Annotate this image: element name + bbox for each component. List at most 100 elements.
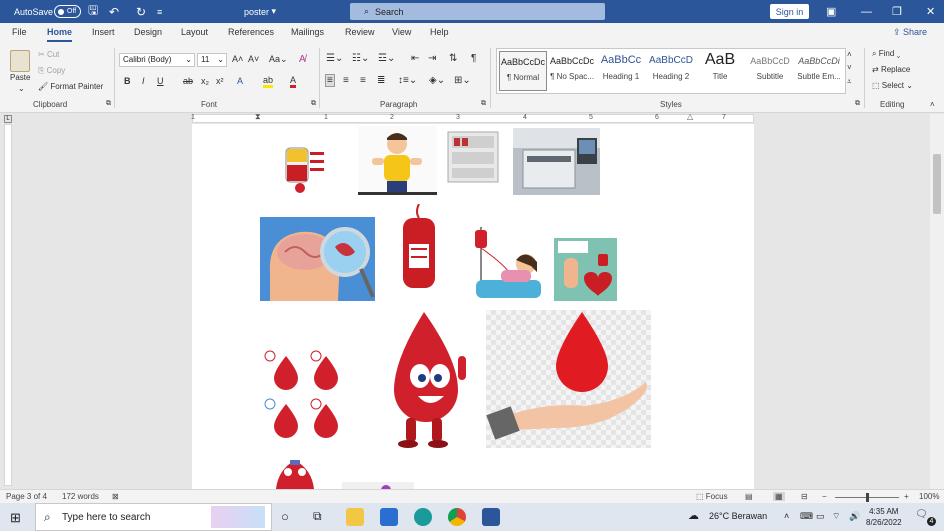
vertical-scrollbar[interactable] [930,114,944,489]
strikethrough-icon[interactable]: ab [183,76,193,86]
italic-icon[interactable]: I [142,76,145,86]
wifi-icon[interactable]: ⌔ [832,511,840,522]
customize-toolbar-icon[interactable]: ≡ [157,0,162,23]
tab-mailings[interactable]: Mailings [291,27,324,37]
clear-formatting-icon[interactable]: A̸ [299,54,306,65]
tab-view[interactable]: View [392,27,411,37]
undo-icon[interactable]: ↶ [109,0,119,23]
align-right-icon[interactable]: ≡ [360,75,366,86]
cortana-icon[interactable]: ○ [281,509,289,524]
decrease-indent-icon[interactable]: ⇤ [411,53,419,64]
paragraph-launcher-icon[interactable]: ⧉ [481,100,486,108]
grow-font-icon[interactable]: A˄ [232,54,243,64]
styles-scroll-up-icon[interactable]: ˄ [847,50,852,59]
blood-refrigerator-image[interactable] [440,126,508,189]
tab-design[interactable]: Design [134,27,162,37]
minimize-icon[interactable]: — [861,0,872,23]
show-marks-icon[interactable]: ¶ [471,53,476,64]
font-color-icon[interactable]: A [290,76,297,88]
style-subtitle[interactable]: AaBbCcD Subtitle [746,51,794,91]
focus-button[interactable]: ⬚ Focus [696,492,728,501]
patient-transfusion-image[interactable] [471,222,546,301]
web-layout-icon[interactable]: ⊟ [801,492,808,501]
brain-clot-image[interactable] [260,217,375,301]
restore-icon[interactable]: ❐ [892,0,902,23]
bold-icon[interactable]: B [124,76,131,86]
zoom-slider-thumb[interactable] [866,493,869,502]
highlight-icon[interactable]: ab [263,76,274,88]
left-indent-marker[interactable]: ⧗ [255,112,261,122]
collapse-ribbon-icon[interactable]: ˄ [930,100,935,109]
tab-help[interactable]: Help [430,27,449,37]
shrink-font-icon[interactable]: A˅ [248,54,259,64]
weather-icon[interactable]: ☁ [688,509,699,522]
notifications-icon[interactable]: 🗨 [915,509,928,520]
shading-icon[interactable]: ◈⌄ [429,75,445,86]
paste-button[interactable]: Paste [10,73,30,82]
page-count[interactable]: Page 3 of 4 [6,492,47,501]
word-count[interactable]: 172 words [62,492,99,501]
styles-launcher-icon[interactable]: ⧉ [855,100,860,108]
subscript-icon[interactable]: x₂ [201,76,209,86]
vertical-ruler[interactable] [4,124,12,486]
volume-icon[interactable]: 🔊 [849,511,860,522]
tab-selector-icon[interactable]: L [4,115,12,123]
edge-icon[interactable] [414,508,432,526]
blood-drop-character-partial-image[interactable] [268,460,322,489]
style-heading-2[interactable]: AaBbCcD Heading 2 [647,51,695,91]
weather-text[interactable]: 26°C Berawan [709,511,767,521]
blood-bag-image[interactable] [395,204,443,294]
blood-types-characters-image[interactable] [260,346,352,448]
paste-icon[interactable] [10,50,30,72]
zoom-in-icon[interactable]: + [904,492,909,501]
close-icon[interactable]: ✕ [926,0,935,23]
cut-button[interactable]: ✂ Cut [38,50,59,59]
file-explorer-icon[interactable] [346,508,364,526]
change-case-icon[interactable]: Aa⌄ [269,54,288,65]
sort-icon[interactable]: ⇅ [449,53,457,64]
document-page[interactable] [192,124,754,489]
blood-composition-image[interactable] [268,138,353,196]
cartoon-man-image[interactable] [358,126,437,195]
styles-more-icon[interactable]: ⩡ [847,77,852,87]
style-normal[interactable]: AaBbCcDc ¶ Normal [499,51,547,91]
style-no-spacing[interactable]: AaBbCcDc ¶ No Spac... [548,51,596,91]
chrome-icon[interactable] [448,508,466,526]
share-button[interactable]: ⇪ Share [893,27,927,38]
style-subtle-emphasis[interactable]: AaBbCcDi Subtle Em... [795,51,843,91]
save-icon[interactable]: 🖫 [88,0,98,23]
font-name-select[interactable]: Calibri (Body) ⌄ [119,53,195,67]
tab-file[interactable]: File [12,27,27,37]
format-painter-button[interactable]: 🖌 Format Painter [38,82,103,91]
ribbon-display-icon[interactable]: ▣ [826,0,836,23]
zoom-level[interactable]: 100% [919,492,939,501]
styles-scroll-down-icon[interactable]: ˅ [847,63,852,72]
superscript-icon[interactable]: x² [216,76,224,86]
taskbar-search-box[interactable]: ⌕ Type here to search [35,503,272,531]
sign-in-button[interactable]: Sign in [770,4,809,19]
align-center-icon[interactable]: ≡ [343,75,349,86]
align-left-icon[interactable]: ≡ [325,74,335,87]
autosave-toggle[interactable]: Off [54,5,81,18]
font-size-select[interactable]: 11 ⌄ [197,53,227,67]
style-heading-1[interactable]: AaBbCc Heading 1 [597,51,645,91]
justify-icon[interactable]: ≣ [377,75,385,86]
paste-dropdown-icon[interactable]: ⌄ [18,84,25,93]
blood-drop-mascot-image[interactable] [374,310,478,450]
find-button[interactable]: ⌕ Find ⌄ [872,49,900,59]
proofing-icon[interactable]: ⊠ [112,492,119,501]
show-hidden-icons-icon[interactable]: ˄ [784,511,789,521]
hand-holding-drop-image[interactable] [486,310,651,448]
style-title[interactable]: AaB Title [696,51,744,91]
tab-insert[interactable]: Insert [92,27,115,37]
tab-layout[interactable]: Layout [181,27,208,37]
select-button[interactable]: ⬚ Select ⌄ [872,81,913,90]
numbering-icon[interactable]: ☷⌄ [352,53,369,64]
windows-start-icon[interactable]: ⊞ [10,510,21,526]
word-icon[interactable] [482,508,500,526]
print-layout-icon[interactable]: ▦ [773,492,785,501]
right-indent-marker[interactable]: △ [687,112,693,121]
font-launcher-icon[interactable]: ⧉ [311,100,316,108]
clipboard-launcher-icon[interactable]: ⧉ [106,100,111,108]
underline-icon[interactable]: U [157,76,164,86]
